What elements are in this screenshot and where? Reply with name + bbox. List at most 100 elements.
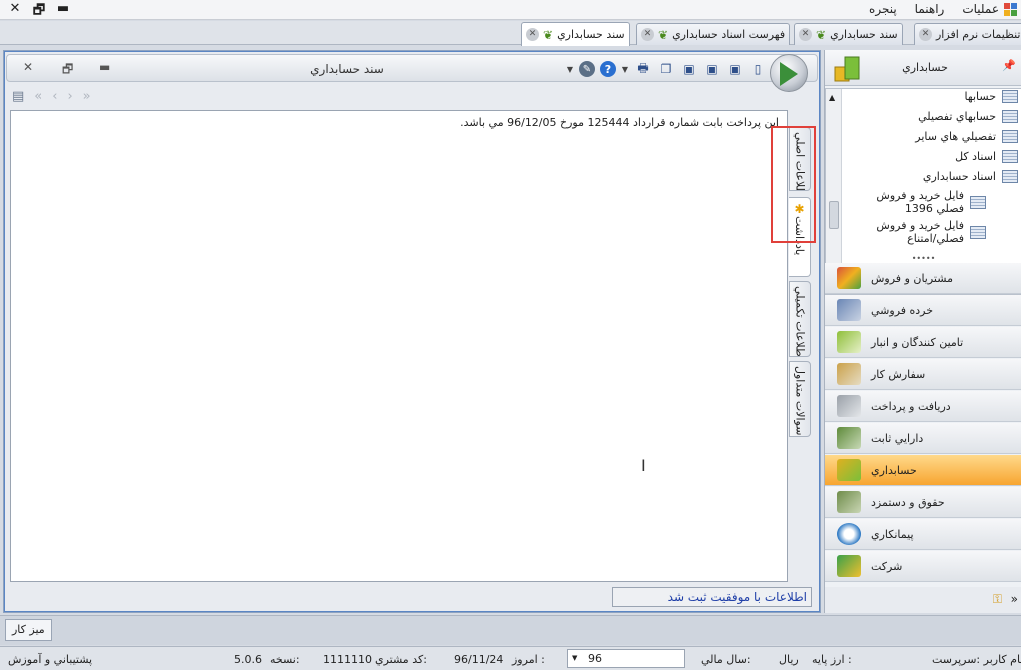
side-tabs: اطلاعات اصلي ✱ يادداشت اطلاعات تکميلي سو… — [789, 127, 811, 437]
nav-group-contracting[interactable]: پيمانکاري — [825, 519, 1021, 550]
nav-group-accounting[interactable]: حسابداري — [825, 455, 1021, 486]
nav-group-company[interactable]: شرکت — [825, 551, 1021, 582]
close-tab-icon[interactable]: ✕ — [799, 28, 812, 41]
today-value: 96/11/24 — [454, 653, 504, 666]
version-label: نسخه: — [270, 653, 300, 666]
document-titlebar: ✕ 🗗 ▬ سند حسابداري ▼ ✎ ? ▼ 🖶 ❐ ▣ ▣ ▣ ▯ — [6, 54, 818, 82]
customer-code-value: 1111110 — [323, 653, 372, 666]
list-icon — [1002, 150, 1018, 163]
side-tab-notes[interactable]: ✱ يادداشت — [789, 197, 811, 277]
list-icon — [1002, 90, 1018, 103]
print-icon[interactable]: 🖶 — [634, 60, 652, 78]
document-window: ✕ 🗗 ▬ سند حسابداري ▼ ✎ ? ▼ 🖶 ❐ ▣ ▣ ▣ ▯ ▤… — [3, 50, 821, 613]
chevron-down-icon[interactable]: ▼ — [572, 654, 577, 662]
print-dropdown-icon[interactable]: ▼ — [621, 60, 629, 78]
work-order-icon — [837, 363, 861, 385]
save-icon[interactable]: ▣ — [726, 60, 744, 78]
list-icon — [1002, 130, 1018, 143]
tree-item-seasonal-file-refusal[interactable]: فايل خريد و فروش فصلي/امتناع — [866, 219, 986, 245]
side-tab-main-info[interactable]: اطلاعات اصلي — [789, 127, 811, 191]
save-close-icon[interactable]: ▣ — [703, 60, 721, 78]
base-currency-label: ارز پايه : — [812, 653, 852, 666]
doc-minimize-icon[interactable]: ▬ — [99, 60, 110, 74]
last-record-icon[interactable]: » — [83, 89, 91, 107]
document-title: سند حسابداري — [310, 62, 384, 76]
help-icon[interactable]: ? — [600, 61, 616, 77]
tree-item-seasonal-file-1396[interactable]: فايل خريد و فروش فصلي 1396 — [866, 189, 986, 215]
leaf-icon: ❦ — [543, 27, 554, 42]
tree-item-other-details[interactable]: تفصيلي هاي ساير — [866, 130, 1018, 143]
cash-stack-icon — [837, 491, 861, 513]
scroll-up-icon[interactable]: ▲ — [829, 93, 835, 102]
nav-group-customers-sales[interactable]: مشتريان و فروش — [825, 263, 1021, 294]
new-document-icon[interactable]: ▯ — [749, 60, 767, 78]
doc-close-icon[interactable]: ✕ — [23, 60, 33, 74]
scroll-thumb[interactable] — [829, 201, 839, 229]
save-as-icon[interactable]: ▣ — [680, 60, 698, 78]
tractor-icon — [837, 427, 861, 449]
grid-view-icon[interactable]: ▤ — [12, 89, 24, 107]
restore-icon[interactable]: 🗗 — [32, 1, 46, 23]
version-value: 5.0.6 — [234, 653, 262, 666]
today-label: امروز : — [512, 653, 545, 666]
desk-button[interactable]: ميز کار — [5, 619, 52, 641]
nav-group-receipts-payments[interactable]: دريافت و پرداخت — [825, 391, 1021, 422]
list-icon — [1002, 110, 1018, 123]
leaf-icon: ❦ — [816, 27, 827, 42]
leaf-icon: ❦ — [658, 27, 669, 42]
next-record-icon[interactable]: › — [67, 89, 72, 107]
coins-icon — [834, 56, 860, 82]
cart-icon — [837, 299, 861, 321]
menu-help[interactable]: راهنما — [915, 2, 945, 16]
nav-group-fixed-assets[interactable]: دارايي ثابت — [825, 423, 1021, 454]
tab-voucher-list[interactable]: ✕ ❦ فهرست اسناد حسابداري — [636, 23, 791, 45]
pin-icon[interactable]: 📌 — [1002, 59, 1016, 72]
tree-item-general-vouchers[interactable]: اسناد کل — [866, 150, 1018, 163]
window-controls: ✕ 🗗 ▬ — [8, 1, 70, 23]
copy-icon[interactable]: ❐ — [657, 60, 675, 78]
tree-item-accounting-vouchers[interactable]: اسناد حسابداري — [866, 170, 1018, 183]
menu-operations[interactable]: عمليات — [962, 2, 999, 16]
company-icon — [837, 555, 861, 577]
side-tab-faq[interactable]: سوالات متداول — [789, 361, 811, 437]
tree-item-accounts[interactable]: حسابها — [866, 90, 1018, 103]
expand-chevron-icon[interactable]: » — [1011, 592, 1018, 606]
close-tab-icon[interactable]: ✕ — [919, 28, 932, 41]
app-logo-icon — [770, 54, 808, 92]
menu-bar: ✕ 🗗 ▬ عمليات راهنما پنجره — [0, 0, 1021, 20]
side-tab-additional-info[interactable]: اطلاعات تکميلي — [789, 281, 811, 357]
menu-window[interactable]: پنجره — [869, 2, 897, 16]
memo-text[interactable]: اين پرداخت بابت شماره قرارداد 125444 مور… — [460, 116, 779, 129]
fiscal-year-select[interactable]: ▼ 96 — [567, 649, 685, 668]
previous-record-icon[interactable]: ‹ — [52, 89, 57, 107]
document-toolbar: ▼ ✎ ? ▼ 🖶 ❐ ▣ ▣ ▣ ▯ — [566, 58, 767, 80]
toolbar-dropdown-icon[interactable]: ▼ — [566, 60, 574, 78]
first-record-icon[interactable]: « — [34, 89, 42, 107]
document-tabs: ✕ تنظيمات نرم افزار ✕ ❦ سند حسابداري ✕ ❦… — [0, 21, 1021, 46]
support-label[interactable]: پشتيباني و آموزش — [8, 653, 92, 666]
tree-item-detailed-accounts[interactable]: حسابهاي تفصيلي — [866, 110, 1018, 123]
tab-accounting-voucher-active[interactable]: ✕ ❦ سند حسابداري — [521, 22, 630, 46]
list-icon — [970, 225, 986, 239]
tab-software-settings[interactable]: ✕ تنظيمات نرم افزار — [914, 23, 1021, 45]
close-tab-icon[interactable]: ✕ — [641, 28, 654, 41]
close-tab-icon[interactable]: ✕ — [526, 28, 539, 41]
nav-group-retail[interactable]: خرده فروشي — [825, 295, 1021, 326]
user-label: نام کاربر :سرپرست — [932, 653, 1021, 666]
panel-title: حسابداري — [902, 61, 948, 74]
nav-group-suppliers-warehouse[interactable]: تامين کنندگان و انبار — [825, 327, 1021, 358]
notes-memo[interactable]: اين پرداخت بابت شماره قرارداد 125444 مور… — [10, 110, 788, 582]
tab-label: تنظيمات نرم افزار — [936, 28, 1021, 41]
key-icon[interactable]: ⚿ — [993, 592, 1002, 607]
tab-label: فهرست اسناد حسابداري — [672, 28, 786, 41]
tab-accounting-voucher-1[interactable]: ✕ ❦ سند حسابداري — [794, 23, 903, 45]
nav-group-payroll[interactable]: حقوق و دستمزد — [825, 487, 1021, 518]
doc-restore-icon[interactable]: 🗗 — [62, 60, 73, 81]
nav-group-work-order[interactable]: سفارش کار — [825, 359, 1021, 390]
close-icon[interactable]: ✕ — [8, 1, 22, 23]
list-icon — [970, 195, 986, 209]
minimize-icon[interactable]: ▬ — [56, 1, 70, 23]
compass-icon[interactable]: ✎ — [579, 61, 595, 77]
money-bag-icon — [837, 395, 861, 417]
taskbar: ميز کار — [0, 615, 1021, 645]
